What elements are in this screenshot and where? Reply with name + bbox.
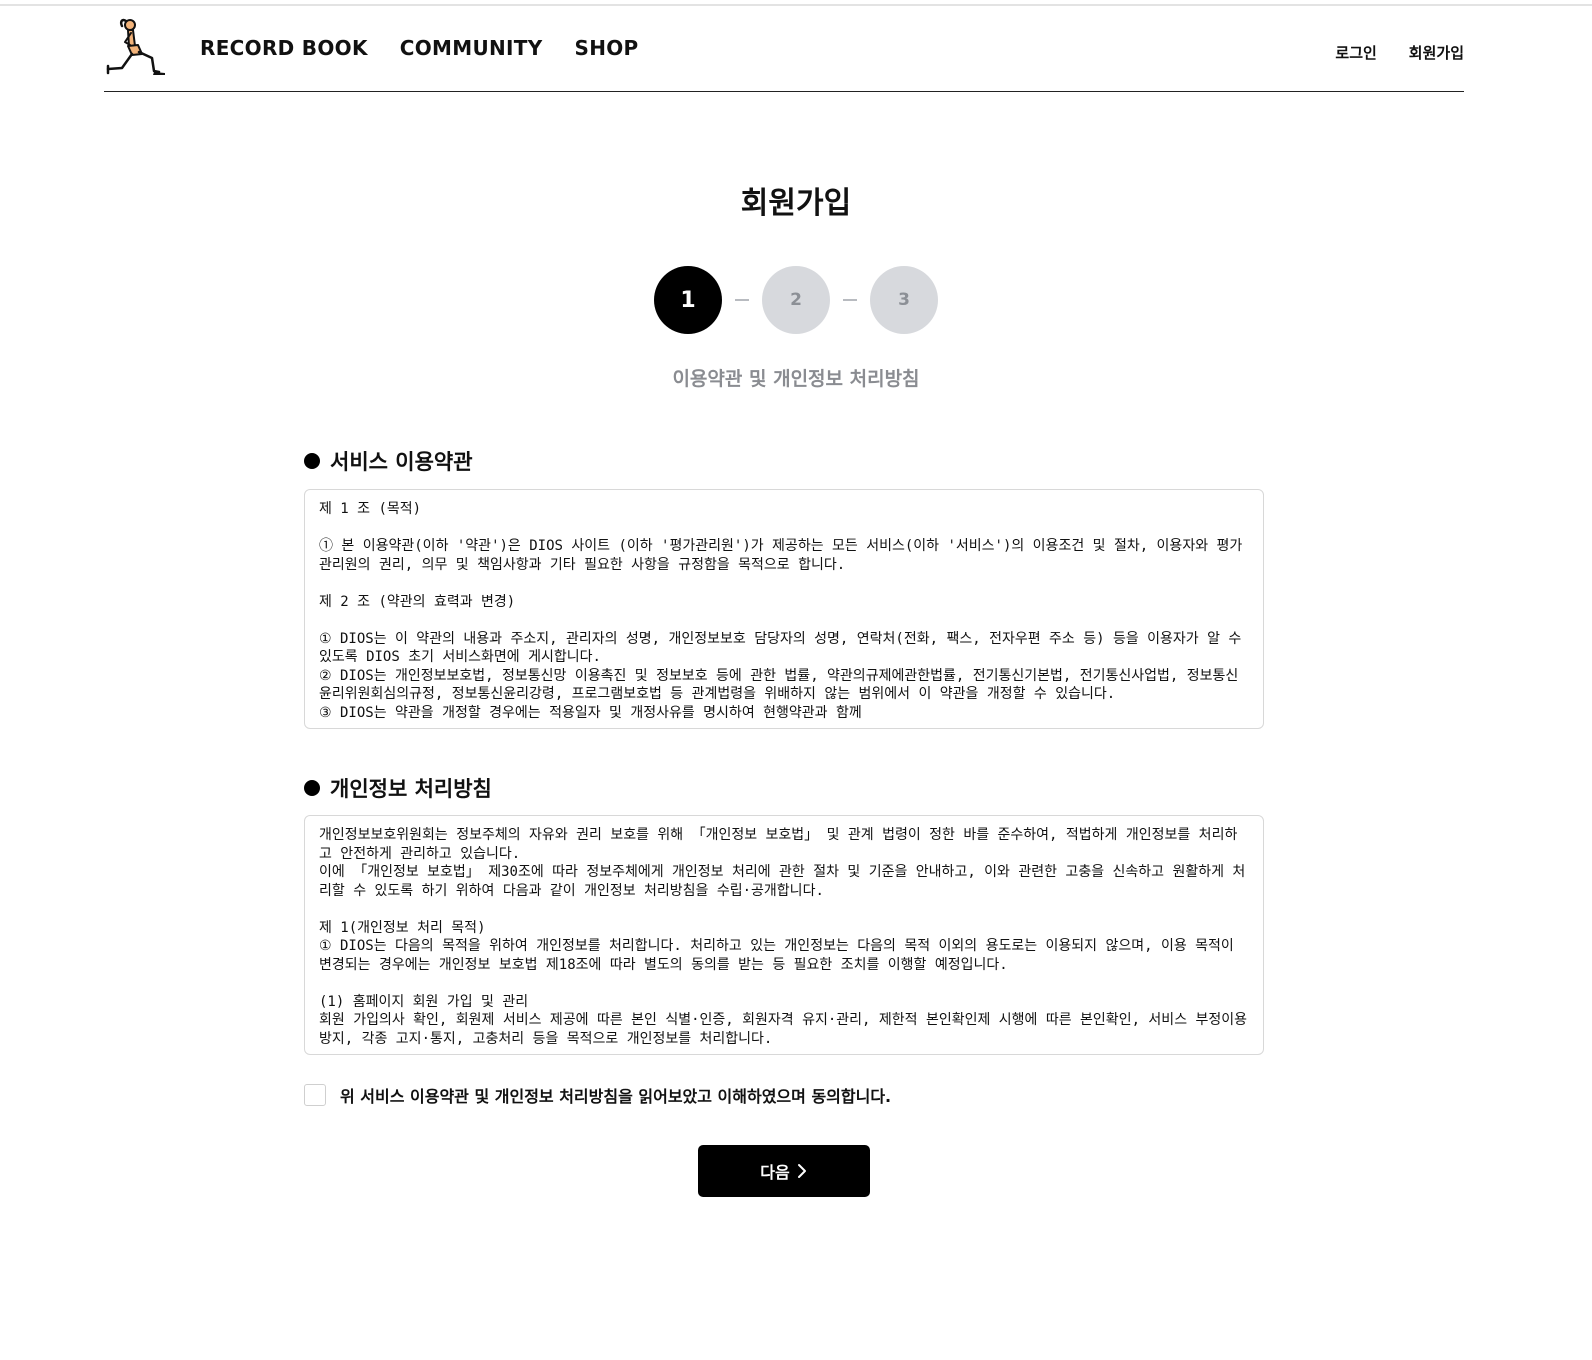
step-separator [735, 299, 749, 301]
terms-title: 서비스 이용약관 [330, 450, 473, 474]
chevron-right-icon [796, 1163, 808, 1179]
next-button[interactable]: 다음 [698, 1145, 870, 1197]
top-divider [0, 4, 1592, 6]
lunge-person-logo-icon[interactable] [104, 16, 168, 78]
privacy-scrollbox[interactable]: 개인정보보호위원회는 정보주체의 자유와 권리 보호를 위해 「개인정보 보호법… [304, 815, 1264, 1055]
step-indicator: 1 2 3 [0, 266, 1592, 334]
terms-scrollbox[interactable]: 제 1 조 (목적) ① 본 이용약관(이하 '약관')은 DIOS 사이트 (… [304, 489, 1264, 729]
page-title: 회원가입 [740, 186, 852, 221]
privacy-body: 개인정보보호위원회는 정보주체의 자유와 권리 보호를 위해 「개인정보 보호법… [319, 827, 1248, 1047]
bullet-icon [304, 453, 320, 469]
privacy-title: 개인정보 처리방침 [330, 777, 492, 801]
main-nav: RECORD BOOK COMMUNITY SHOP [200, 36, 639, 60]
terms-section-title: 서비스 이용약관 [304, 446, 473, 476]
step-caption: 이용약관 및 개인정보 처리방침 [672, 368, 920, 390]
terms-body: 제 1 조 (목적) ① 본 이용약관(이하 '약관')은 DIOS 사이트 (… [319, 501, 1243, 721]
step-1: 1 [654, 266, 722, 334]
signup-link[interactable]: 회원가입 [1409, 42, 1464, 63]
bullet-icon [304, 780, 320, 796]
nav-record-book[interactable]: RECORD BOOK [200, 36, 368, 60]
login-link[interactable]: 로그인 [1335, 42, 1376, 63]
site-header: RECORD BOOK COMMUNITY SHOP 로그인 회원가입 [104, 14, 1464, 92]
nav-community[interactable]: COMMUNITY [400, 36, 543, 60]
step-2: 2 [762, 266, 830, 334]
nav-shop[interactable]: SHOP [575, 36, 639, 60]
privacy-section-title: 개인정보 처리방침 [304, 773, 492, 803]
auth-links: 로그인 회원가입 [1335, 42, 1464, 63]
step-3: 3 [870, 266, 938, 334]
agreement-row: 위 서비스 이용약관 및 개인정보 처리방침을 읽어보았고 이해하였으며 동의합… [304, 1083, 891, 1107]
agreement-label[interactable]: 위 서비스 이용약관 및 개인정보 처리방침을 읽어보았고 이해하였으며 동의합… [340, 1083, 891, 1107]
next-button-label: 다음 [760, 1163, 790, 1182]
agreement-checkbox[interactable] [304, 1084, 326, 1106]
step-separator [843, 299, 857, 301]
